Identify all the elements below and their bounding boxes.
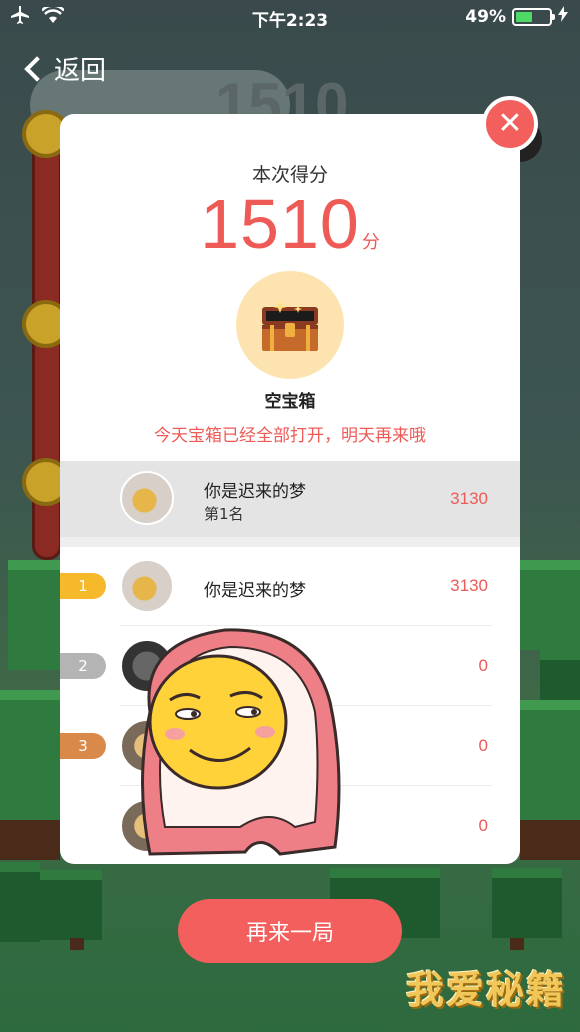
chest-badge	[236, 271, 344, 379]
modal-title: 本次得分	[251, 164, 328, 186]
emoji-sticker-image	[130, 622, 350, 866]
status-bar: 下午2:23 49%	[0, 0, 580, 32]
back-label: 返回	[54, 56, 107, 86]
avatar	[120, 559, 174, 613]
score-display: 1510 分	[60, 184, 520, 264]
charging-icon	[558, 6, 568, 27]
close-icon: ✕	[497, 106, 523, 141]
chest-note: 今天宝箱已经全部打开，明天再来哦	[154, 426, 426, 446]
divider	[60, 537, 520, 547]
treasure-chest-icon	[262, 301, 318, 351]
rank-badge: 1	[60, 573, 106, 599]
back-button[interactable]: 返回	[22, 50, 106, 87]
score-unit: 分	[361, 232, 380, 253]
play-again-button[interactable]: 再来一局	[178, 899, 402, 963]
player-score: 0	[478, 816, 488, 835]
my-rank-row: 你是迟来的梦 第1名 3130	[60, 461, 520, 537]
player-score: 3130	[450, 576, 488, 595]
watermark-logo: 我爱秘籍	[405, 968, 566, 1012]
my-rank-position: 第1名	[204, 505, 244, 523]
player-score: 0	[478, 656, 488, 675]
player-score: 0	[478, 736, 488, 755]
back-chevron-icon	[24, 55, 50, 82]
battery-icon	[512, 7, 555, 26]
avatar	[120, 471, 174, 525]
battery-percent: 49%	[465, 6, 506, 27]
rank-badge: 3	[60, 733, 106, 759]
score-value: 1510	[200, 185, 360, 263]
my-rank-score: 3130	[450, 489, 488, 508]
player-name: 你是迟来的梦	[204, 581, 306, 601]
my-rank-name: 你是迟来的梦	[204, 482, 306, 502]
rank-badge: 2	[60, 653, 106, 679]
chest-label: 空宝箱	[264, 392, 316, 412]
close-button[interactable]: ✕	[482, 96, 538, 152]
